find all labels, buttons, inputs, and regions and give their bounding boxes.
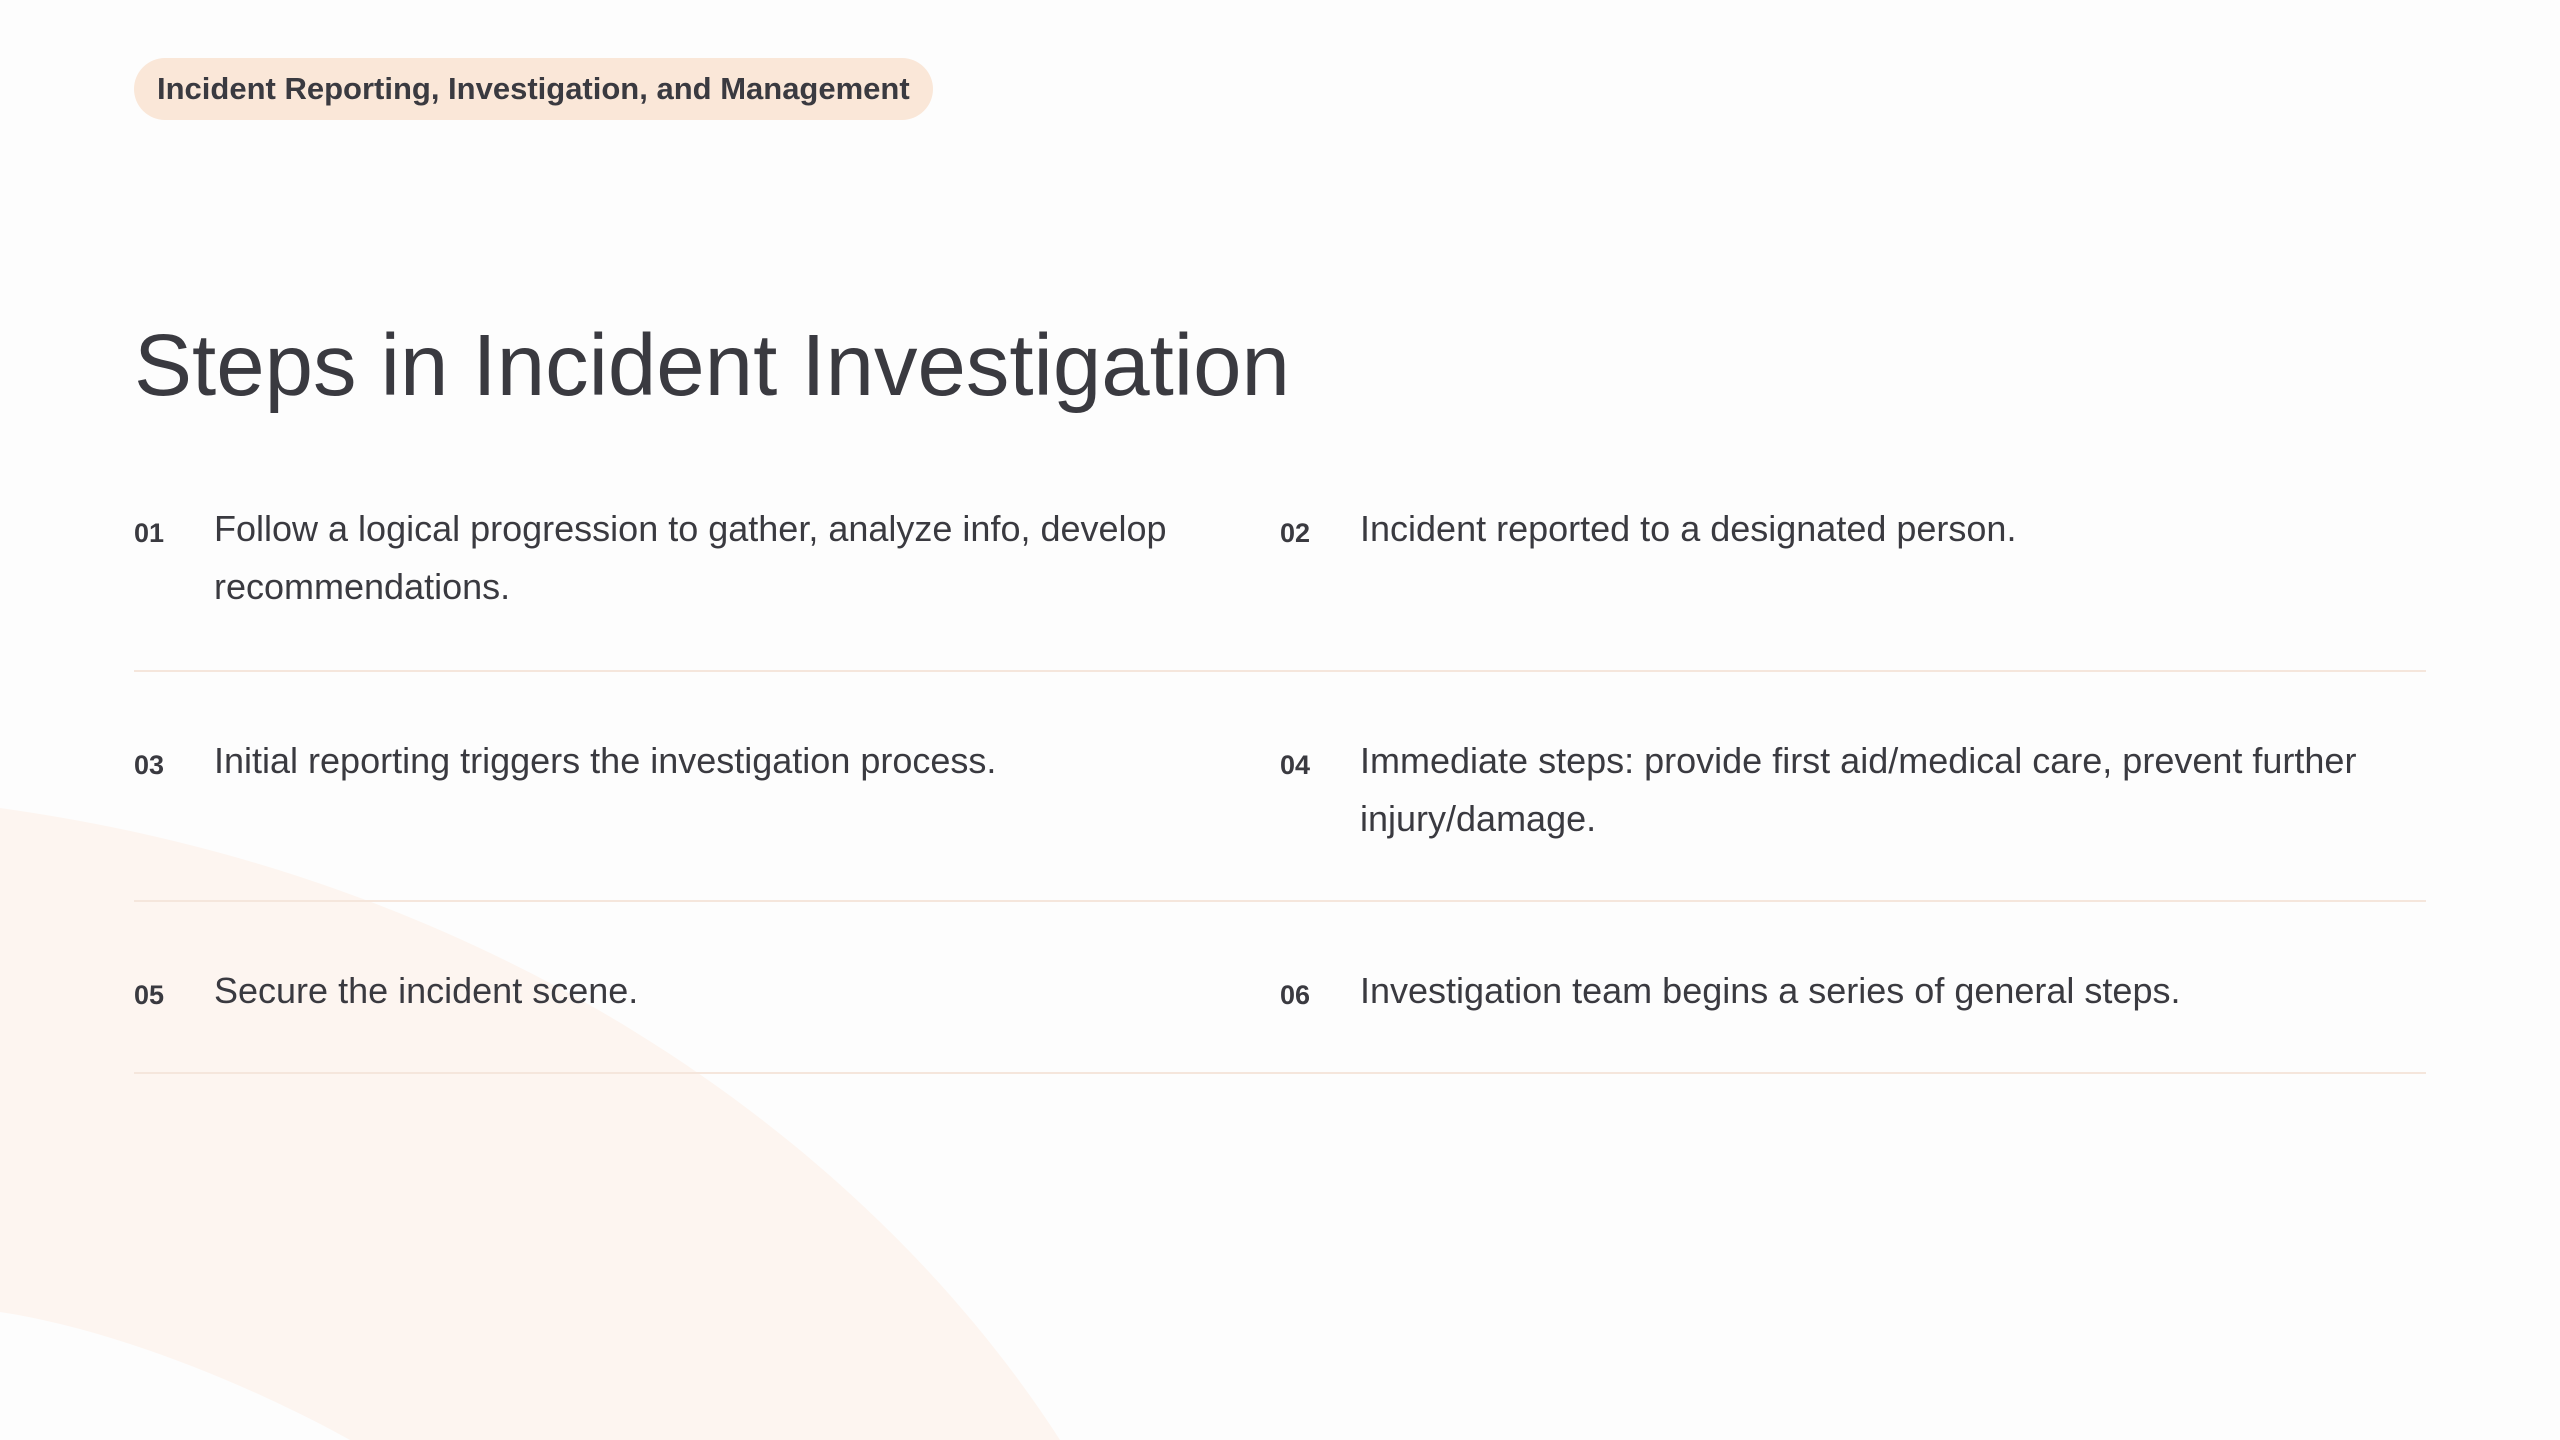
step-text: Incident reported to a designated person… xyxy=(1360,508,2017,549)
step-number: 01 xyxy=(134,518,165,548)
step-item: 02 Incident reported to a designated per… xyxy=(1280,500,2426,670)
step-text: Initial reporting triggers the investiga… xyxy=(214,740,997,781)
step-item: 05 Secure the incident scene. xyxy=(134,962,1280,1072)
step-number: 02 xyxy=(1280,518,1311,548)
step-item: 03 Initial reporting triggers the invest… xyxy=(134,732,1280,900)
step-item: 01 Follow a logical progression to gathe… xyxy=(134,500,1280,670)
step-item: 04 Immediate steps: provide first aid/me… xyxy=(1280,732,2426,900)
step-text: Follow a logical progression to gather, … xyxy=(214,508,1167,607)
section-badge: Incident Reporting, Investigation, and M… xyxy=(134,58,933,120)
step-number: 03 xyxy=(134,750,165,780)
step-number: 06 xyxy=(1280,980,1311,1010)
steps-row: 05 Secure the incident scene. 06 Investi… xyxy=(134,962,2426,1074)
steps-row: 03 Initial reporting triggers the invest… xyxy=(134,732,2426,902)
steps-row: 01 Follow a logical progression to gathe… xyxy=(134,500,2426,672)
slide: Incident Reporting, Investigation, and M… xyxy=(0,0,2560,1440)
step-number: 05 xyxy=(134,980,165,1010)
page-title: Steps in Incident Investigation xyxy=(134,317,1290,414)
step-item: 06 Investigation team begins a series of… xyxy=(1280,962,2426,1072)
step-text: Investigation team begins a series of ge… xyxy=(1360,970,2181,1011)
step-number: 04 xyxy=(1280,750,1311,780)
steps-list: 01 Follow a logical progression to gathe… xyxy=(134,500,2426,1074)
step-text: Immediate steps: provide first aid/medic… xyxy=(1360,740,2357,839)
step-text: Secure the incident scene. xyxy=(214,970,639,1011)
